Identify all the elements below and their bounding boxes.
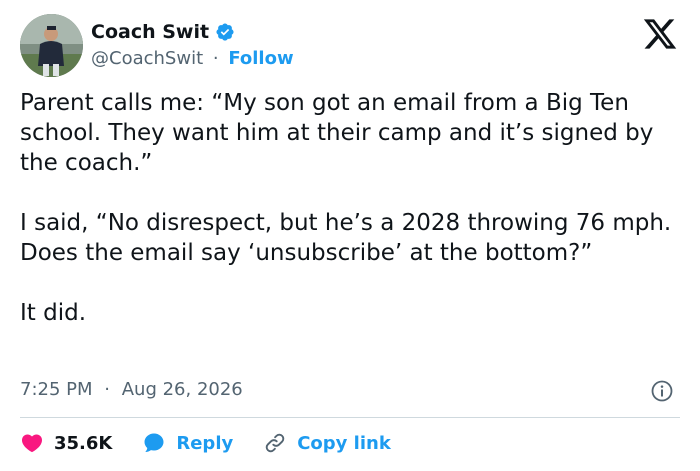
tweet-paragraph: Parent calls me: “My son got an email fr… xyxy=(20,90,654,176)
like-button[interactable]: 35.6K xyxy=(20,431,112,455)
tweet-actions: 35.6K Reply Copy link xyxy=(20,428,421,458)
reply-label: Reply xyxy=(176,432,234,454)
x-logo-icon[interactable] xyxy=(640,16,680,52)
heart-icon xyxy=(21,434,43,453)
handle-row: @CoachSwit · Follow xyxy=(91,48,294,69)
link-icon xyxy=(265,433,285,453)
tweet-text: Parent calls me: “My son got an email fr… xyxy=(20,88,680,328)
tweet-paragraph: It did. xyxy=(20,300,87,326)
avatar[interactable] xyxy=(20,14,83,77)
name-row: Coach Swit xyxy=(91,18,294,46)
author-handle[interactable]: @CoachSwit xyxy=(91,48,203,69)
follow-button[interactable]: Follow xyxy=(228,48,293,69)
tweet-card: Coach Swit @CoachSwit · Follow Parent ca… xyxy=(0,0,700,471)
avatar-photo xyxy=(20,14,83,77)
display-name[interactable]: Coach Swit xyxy=(91,21,209,43)
info-icon[interactable] xyxy=(650,379,674,403)
author-block: Coach Swit @CoachSwit · Follow xyxy=(91,18,294,69)
reply-button[interactable]: Reply xyxy=(142,431,233,455)
copy-link-label: Copy link xyxy=(297,432,391,454)
tweet-meta: 7:25 PM · Aug 26, 2026 xyxy=(20,379,680,405)
tweet-date[interactable]: Aug 26, 2026 xyxy=(122,379,243,400)
tweet-time[interactable]: 7:25 PM xyxy=(20,379,93,400)
divider xyxy=(20,417,680,418)
tweet-paragraph: I said, “No disrespect, but he’s a 2028 … xyxy=(20,210,672,266)
meta-separator: · xyxy=(104,379,110,400)
reply-bubble-icon xyxy=(144,433,164,452)
tweet-header: Coach Swit @CoachSwit · Follow xyxy=(20,14,680,80)
copy-link-button[interactable]: Copy link xyxy=(263,431,391,455)
like-count: 35.6K xyxy=(54,432,113,454)
verified-badge-icon xyxy=(215,22,235,42)
handle-separator: · xyxy=(212,48,219,69)
